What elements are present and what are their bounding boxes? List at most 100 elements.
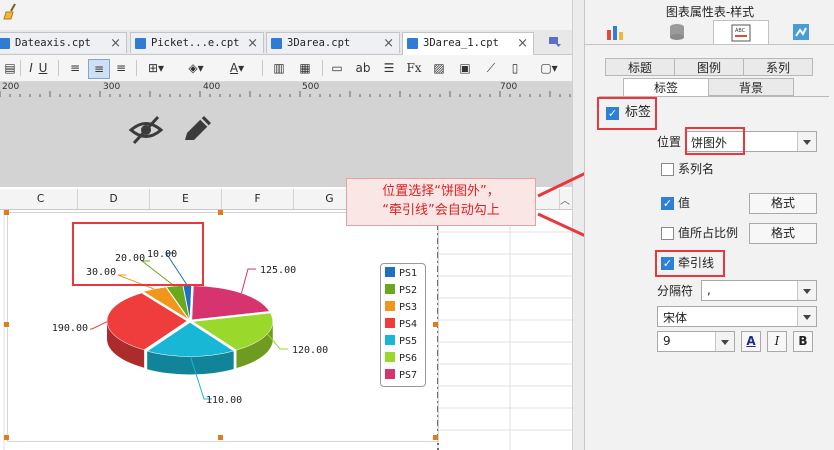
tab-background[interactable]: 背景 <box>708 78 794 96</box>
chart-icon[interactable]: ▨ <box>430 59 448 77</box>
format-painter-icon[interactable]: ▤ <box>4 59 16 77</box>
tab-title[interactable]: 标题 <box>605 58 675 76</box>
annotation-line-2: “牵引线”会自动勾上 <box>382 203 500 218</box>
merge-cells-icon[interactable]: ▥ <box>270 59 288 77</box>
list-icon[interactable]: ☰ <box>380 59 398 77</box>
chevron-down-icon[interactable] <box>715 332 734 351</box>
column-header-cell[interactable]: D <box>78 189 150 209</box>
italic-button[interactable]: I <box>767 331 787 352</box>
effects-icon[interactable] <box>791 22 813 42</box>
style-icon[interactable]: ABC <box>713 20 769 44</box>
align-left-icon[interactable]: ≡ <box>66 59 84 77</box>
more-icon[interactable]: ▢▾ <box>534 59 564 77</box>
chart-legend: PS1 PS2 PS3 PS4 PS5 PS6 PS7 <box>380 263 426 387</box>
chart-file-icon <box>271 38 282 49</box>
data-icon[interactable] <box>667 22 689 42</box>
percent-format-button[interactable]: 格式 <box>749 223 817 244</box>
resize-handle[interactable] <box>218 435 223 440</box>
legend-label: PS2 <box>399 285 418 296</box>
tab-label: 3Darea_1.cpt <box>423 37 499 49</box>
font-select[interactable]: 宋体 <box>657 306 817 327</box>
legend-swatch <box>385 335 395 345</box>
align-right-icon[interactable]: ≡ <box>112 59 130 77</box>
close-icon[interactable]: × <box>247 33 258 54</box>
text-abc-icon[interactable]: ab <box>354 59 372 77</box>
text-color-button[interactable]: A▾ <box>222 59 252 77</box>
formula-icon[interactable]: Fx <box>404 59 424 77</box>
column-header-cell[interactable]: C <box>4 189 78 209</box>
separator-select[interactable]: , <box>701 280 817 301</box>
chevron-down-icon[interactable] <box>797 132 816 151</box>
legend-label: PS4 <box>399 319 418 330</box>
column-header-cell[interactable]: E <box>150 189 222 209</box>
font-color-button[interactable]: A <box>741 331 761 352</box>
chart-file-icon <box>135 38 146 49</box>
legend-swatch <box>385 301 395 311</box>
tab-label: 3Darea.cpt <box>287 37 351 49</box>
attachment-icon[interactable]: ▯ <box>506 59 524 77</box>
tab-legend[interactable]: 图例 <box>674 58 744 76</box>
close-icon[interactable]: × <box>517 33 528 54</box>
tab-picket[interactable]: Picket...e.cpt × <box>130 32 264 53</box>
resize-handle[interactable] <box>433 435 438 440</box>
tab-3darea[interactable]: 3Darea.cpt × <box>266 32 400 53</box>
image-icon[interactable]: ▣ <box>456 59 474 77</box>
insert-text-icon[interactable]: ▭ <box>328 59 346 77</box>
highlight-box-position <box>685 127 745 155</box>
tab-label: Picket...e.cpt <box>151 37 240 49</box>
border-icon[interactable]: ⊞▾ <box>142 59 170 77</box>
value-percent-checkbox[interactable] <box>661 227 674 240</box>
chart-property-panel: 图表属性表-样式 ABC 标题 图例 系列 标签 背景 ✓ 标签 位置 饼图外 … <box>584 0 834 450</box>
legend-swatch <box>385 318 395 328</box>
chevron-down-icon[interactable] <box>797 307 816 326</box>
bold-button[interactable]: B <box>793 331 813 352</box>
label-checkbox[interactable]: ✓ <box>606 107 619 120</box>
data-label-ps4: 190.00 <box>52 323 88 334</box>
series-name-checkbox[interactable] <box>661 163 674 176</box>
spreadsheet-grid[interactable]: 125.00 120.00 110.00 190.00 30.00 20.00 10.00 … <box>0 210 572 450</box>
chevron-down-icon[interactable] <box>797 281 816 300</box>
tab-dateaxis[interactable]: Dateaxis.cpt × <box>0 32 127 53</box>
value-percent-text: 值所占比例 <box>678 226 739 240</box>
text-color-label: A <box>229 61 239 75</box>
separator <box>20 60 21 76</box>
column-icon[interactable]: ▦ <box>296 59 314 77</box>
value-checkbox[interactable]: ✓ <box>661 197 674 210</box>
legend-label: PS5 <box>399 336 418 347</box>
leader-line-text: 牵引线 <box>678 256 715 270</box>
resize-handle[interactable] <box>218 210 223 215</box>
label-checkbox-text: 标签 <box>625 105 652 120</box>
close-icon[interactable]: × <box>110 33 121 54</box>
separator-label: 分隔符 <box>657 284 694 298</box>
font-size-select[interactable]: 9 <box>657 331 735 352</box>
leader-line-checkbox[interactable]: ✓ <box>661 257 674 270</box>
panel-title: 图表属性表-样式 <box>665 5 755 19</box>
close-icon[interactable]: × <box>383 33 394 54</box>
legend-swatch <box>385 267 395 277</box>
legend-item: PS7 <box>385 369 417 383</box>
resize-handle[interactable] <box>4 210 9 215</box>
tab-3darea-1[interactable]: 3Darea_1.cpt × <box>402 32 534 55</box>
broom-icon[interactable] <box>2 3 20 21</box>
resize-handle[interactable] <box>4 322 9 327</box>
fill-color-icon[interactable]: ◈▾ <box>182 59 210 77</box>
legend-swatch <box>385 284 395 294</box>
legend-item: PS6 <box>385 352 417 366</box>
resize-handle[interactable] <box>433 322 438 327</box>
font-size-value: 9 <box>663 334 671 348</box>
column-header-cell[interactable]: F <box>222 189 294 209</box>
tab-series[interactable]: 系列 <box>743 58 813 76</box>
hidden-eye-icon[interactable] <box>128 114 164 146</box>
edit-pencil-icon[interactable] <box>180 114 214 146</box>
chart-type-icon[interactable] <box>605 22 629 42</box>
slash-icon[interactable]: ⟋ <box>482 59 500 77</box>
leader-line-ps4 <box>90 321 108 330</box>
separator-select-value: , <box>707 283 711 297</box>
tab-label[interactable]: 标签 <box>623 78 709 96</box>
align-center-icon[interactable]: ≡ <box>88 59 110 79</box>
tab-list-icon[interactable] <box>548 35 562 49</box>
value-format-button[interactable]: 格式 <box>749 193 817 214</box>
data-label-ps6: 120.00 <box>292 345 328 356</box>
resize-handle[interactable] <box>4 435 9 440</box>
underline-button[interactable]: U <box>36 59 50 77</box>
